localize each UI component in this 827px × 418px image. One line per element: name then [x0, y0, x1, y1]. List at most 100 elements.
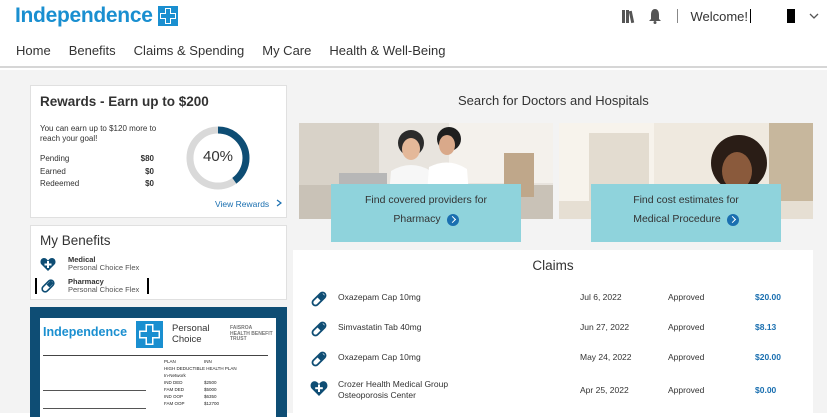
header-utilities: Welcome!	[621, 7, 819, 25]
claim-row[interactable]: Oxazepam Cap 10mg Jul 6, 2022 Approved $…	[293, 291, 813, 318]
id-card-panel[interactable]: Independence Personal Choice FAISROA HEA…	[30, 307, 287, 418]
site-header: Independence Welcome! Home Benefits Clai	[0, 0, 827, 68]
rewards-row-label: Pending	[40, 154, 70, 163]
benefit-plan: Personal Choice Flex	[68, 263, 140, 272]
claim-amount: $8.13	[755, 322, 777, 332]
cta-text: Find covered providers for	[365, 194, 487, 206]
id-card-product-line: Choice	[172, 334, 202, 345]
plan-name: HIGH DEDUCTIBLE HEALTH PLAN	[164, 366, 237, 371]
chevron-right-icon	[276, 199, 282, 207]
id-card-brand: Independence	[43, 325, 128, 339]
id-card-plan-table: PLAN INN HIGH DEDUCTIBLE HEALTH PLAN In-N…	[164, 358, 237, 407]
rewards-progress-label: 40%	[202, 148, 234, 165]
rewards-row-label: Earned	[40, 167, 66, 176]
dashboard: Rewards - Earn up to $200 You can earn u…	[0, 70, 827, 418]
pharmacy-link[interactable]: Pharmacy	[393, 210, 459, 229]
rewards-row-pending: Pending $80	[40, 154, 154, 163]
claim-provider: Crozer Health Medical Group	[338, 379, 449, 389]
claim-amount: $20.00	[755, 292, 781, 302]
header-divider	[677, 9, 679, 23]
claim-amount: $0.00	[755, 385, 777, 395]
plan-row-value: $5000	[204, 387, 217, 392]
plan-col-header: INN	[204, 359, 212, 364]
rewards-row-value: $0	[145, 179, 154, 188]
annotation-marker	[147, 278, 149, 294]
annotation-marker	[35, 278, 37, 294]
claim-name[interactable]: Oxazepam Cap 10mg	[338, 352, 421, 363]
account-marker[interactable]	[787, 9, 795, 23]
id-card-field-line	[43, 408, 146, 409]
nav-home[interactable]: Home	[16, 43, 51, 58]
pill-icon	[41, 279, 55, 293]
id-card-product: Personal Choice	[172, 323, 210, 345]
heart-plus-icon	[40, 258, 56, 271]
claim-status: Approved	[668, 352, 705, 362]
search-section-title: Search for Doctors and Hospitals	[458, 93, 649, 108]
claim-date: May 24, 2022	[580, 352, 632, 362]
view-rewards-label: View Rewards	[215, 199, 270, 209]
pill-icon	[311, 291, 327, 307]
my-benefits-title: My Benefits	[40, 233, 111, 248]
chevron-down-icon[interactable]	[809, 11, 819, 21]
bell-icon[interactable]	[647, 8, 663, 24]
pill-icon	[311, 351, 327, 367]
heart-plus-icon	[310, 381, 328, 396]
benefit-item-pharmacy[interactable]: Pharmacy Personal Choice Flex	[40, 278, 139, 294]
member-id-card: Independence Personal Choice FAISROA HEA…	[40, 318, 276, 418]
logo-text: Independence	[15, 4, 153, 27]
rewards-description: You can earn up to $120 more to reach yo…	[40, 124, 157, 143]
medical-procedure-search-card[interactable]: Find cost estimates for Medical Procedur…	[591, 184, 781, 242]
my-benefits-card: My Benefits Medical Personal Choice Flex…	[30, 225, 287, 300]
arrow-circle-icon	[446, 213, 459, 226]
plan-row-key: FAM OOP	[164, 401, 185, 406]
claims-card: Claims Oxazepam Cap 10mg Jul 6, 2022 App…	[293, 250, 813, 413]
rewards-row-value: $0	[145, 167, 154, 176]
claim-date: Jun 27, 2022	[580, 322, 630, 332]
view-rewards-link[interactable]: View Rewards	[215, 199, 282, 209]
plan-row-key: IND DED	[164, 380, 183, 385]
claims-title: Claims	[532, 258, 574, 273]
plan-row-key: FAM DED	[164, 387, 185, 392]
rewards-row-earned: Earned $0	[40, 167, 154, 176]
id-card-field-line	[43, 390, 146, 391]
claim-row[interactable]: Oxazepam Cap 10mg May 24, 2022 Approved …	[293, 351, 813, 378]
welcome-text: Welcome!	[690, 8, 748, 24]
plan-col-header: PLAN	[164, 359, 176, 364]
blue-cross-shield-icon	[136, 321, 163, 348]
blue-cross-shield-icon	[157, 6, 178, 26]
claim-name[interactable]: Simvastatin Tab 40mg	[338, 322, 421, 333]
nav-my-care[interactable]: My Care	[262, 43, 311, 58]
claim-date: Jul 6, 2022	[580, 292, 622, 302]
medical-procedure-link[interactable]: Medical Procedure	[633, 210, 739, 229]
claim-date: Apr 25, 2022	[580, 385, 629, 395]
independence-logo[interactable]: Independence	[15, 4, 178, 28]
pharmacy-search-card[interactable]: Find covered providers for Pharmacy	[331, 184, 521, 242]
cta-link-label: Medical Procedure	[633, 213, 721, 225]
plan-row-key: IND OOP	[164, 394, 184, 399]
library-icon[interactable]	[621, 8, 637, 24]
benefit-item-medical[interactable]: Medical Personal Choice Flex	[40, 256, 139, 272]
claim-name[interactable]: Oxazepam Cap 10mg	[338, 292, 421, 303]
nav-health-well-being[interactable]: Health & Well-Being	[329, 43, 445, 58]
text-cursor	[750, 9, 751, 23]
claim-status: Approved	[668, 322, 705, 332]
nav-claims-spending[interactable]: Claims & Spending	[134, 43, 245, 58]
rewards-title: Rewards - Earn up to $200	[40, 94, 209, 109]
claim-provider-dept: Osteoporosis Center	[338, 390, 416, 400]
plan-row-value: $12700	[204, 401, 220, 406]
partner-tagline: HEALTH BENEFIT TRUST	[230, 330, 273, 342]
rewards-row-value: $80	[140, 154, 154, 163]
claim-name[interactable]: Crozer Health Medical Group Osteoporosis…	[338, 379, 448, 401]
plan-row-value: $2500	[204, 380, 217, 385]
claim-row[interactable]: Simvastatin Tab 40mg Jun 27, 2022 Approv…	[293, 321, 813, 348]
main-nav: Home Benefits Claims & Spending My Care …	[16, 43, 463, 58]
cta-text: Find cost estimates for	[633, 194, 739, 206]
claim-status: Approved	[668, 292, 705, 302]
claim-row[interactable]: Crozer Health Medical Group Osteoporosis…	[293, 379, 813, 405]
id-card-divider	[43, 355, 268, 356]
cta-link-label: Pharmacy	[393, 213, 441, 225]
nav-benefits[interactable]: Benefits	[69, 43, 116, 58]
benefit-plan: Personal Choice Flex	[68, 285, 140, 294]
rewards-card: Rewards - Earn up to $200 You can earn u…	[30, 85, 287, 218]
rewards-row-label: Redeemed	[40, 179, 80, 188]
